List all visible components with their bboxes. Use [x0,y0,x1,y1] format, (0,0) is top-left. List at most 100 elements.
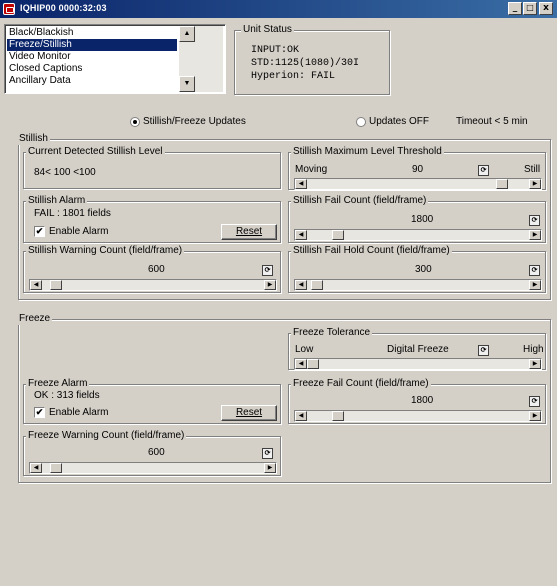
minimize-button[interactable]: _ [508,2,522,15]
window-title: IQHIP00 0000:32:03 [20,3,107,13]
slider-thumb[interactable] [496,179,508,189]
stillish-fail-hold-count-slider[interactable]: ◀ ▶ [294,279,542,291]
scroll-down-icon[interactable]: ▼ [179,76,195,92]
freeze-warning-count-value: 600 [148,447,165,458]
arrow-right-icon[interactable]: ▶ [264,463,276,473]
stillish-alarm-label: Stillish Alarm [26,195,88,207]
freeze-fail-count-group: Freeze Fail Count (field/frame) 1800 ⟳ ◀… [288,378,546,424]
radio-updates-off-label: Updates OFF [369,116,430,127]
max-threshold-slider[interactable]: ◀ ▶ [294,178,542,190]
max-threshold-label: Stillish Maximum Level Threshold [291,146,444,158]
stillish-fail-hold-count-group: Stillish Fail Hold Count (field/frame) 3… [288,245,546,293]
title-bar[interactable]: IQHIP00 0000:32:03 _ □ x [0,0,557,18]
app-icon[interactable] [3,3,15,15]
stillish-warning-count-label: Stillish Warning Count (field/frame) [26,245,185,257]
freeze-warning-count-slider[interactable]: ◀ ▶ [29,462,277,474]
stillish-fail-hold-count-label: Stillish Fail Hold Count (field/frame) [291,245,452,257]
stillish-fail-count-label: Stillish Fail Count (field/frame) [291,195,429,207]
current-level-value: 84< 100 <100 [34,167,96,178]
reset-value-icon[interactable]: ⟳ [262,265,273,276]
freeze-enable-alarm-label: Enable Alarm [49,407,109,418]
enable-alarm-checkbox[interactable]: ✔ [34,226,45,237]
status-std: STD:1125(1080)/30I [251,58,360,69]
arrow-left-icon[interactable]: ◀ [295,179,307,189]
stillish-warning-count-group: Stillish Warning Count (field/frame) 600… [23,245,281,293]
scroll-up-icon[interactable]: ▲ [179,26,195,42]
arrow-right-icon[interactable]: ▶ [529,179,541,189]
freeze-reset-button[interactable]: Reset [221,405,277,421]
arrow-left-icon[interactable]: ◀ [30,280,42,290]
max-threshold-moving: Moving [295,164,328,175]
status-input: INPUT:OK [251,45,300,56]
stillish-fail-count-value: 1800 [411,214,434,225]
radio-stillish-freeze-updates[interactable]: Stillish/Freeze Updates [130,116,270,130]
freeze-tolerance-label: Freeze Tolerance [291,327,373,339]
radio-on-icon[interactable] [130,117,140,127]
arrow-right-icon[interactable]: ▶ [529,411,541,421]
freeze-tolerance-group: Freeze Tolerance Low Digital Freeze ⟳ Hi… [288,327,546,370]
slider-thumb[interactable] [307,359,319,369]
stillish-fail-hold-count-value: 300 [415,264,432,275]
freeze-tolerance-high: High [523,344,544,355]
max-threshold-still: Still [524,164,541,175]
reset-label: Reset [235,407,263,418]
stillish-warning-count-slider[interactable]: ◀ ▶ [29,279,277,291]
arrow-right-icon[interactable]: ▶ [264,280,276,290]
stillish-alarm-status: FAIL : 1801 fields [34,208,111,219]
reset-value-icon[interactable]: ⟳ [529,215,540,226]
freeze-warning-count-label: Freeze Warning Count (field/frame) [26,430,187,442]
stillish-fail-count-group: Stillish Fail Count (field/frame) 1800 ⟳… [288,195,546,243]
arrow-left-icon[interactable]: ◀ [295,280,307,290]
radio-off-icon[interactable] [356,117,366,127]
freeze-fail-count-slider[interactable]: ◀ ▶ [294,410,542,422]
arrow-right-icon[interactable]: ▶ [529,280,541,290]
list-item-video-monitor[interactable]: Video Monitor [7,51,177,63]
arrow-left-icon[interactable]: ◀ [30,463,42,473]
timeout-label: Timeout < 5 min [456,116,528,127]
radio-updates-off[interactable]: Updates OFF [356,116,446,130]
close-button[interactable]: x [539,2,553,15]
reset-value-icon[interactable]: ⟳ [478,165,489,176]
slider-thumb[interactable] [332,411,344,421]
enable-alarm-label: Enable Alarm [49,226,109,237]
freeze-tolerance-slider[interactable]: ◀ ▶ [294,358,542,370]
list-scrollbar[interactable]: ▲ ▼ [179,26,223,92]
freeze-warning-count-group: Freeze Warning Count (field/frame) 600 ⟳… [23,430,281,476]
reset-value-icon[interactable]: ⟳ [478,345,489,356]
reset-value-icon[interactable]: ⟳ [262,448,273,459]
slider-thumb[interactable] [50,463,62,473]
list-item-ancillary-data[interactable]: Ancillary Data [7,75,177,87]
arrow-left-icon[interactable]: ◀ [295,359,307,369]
mode-listbox[interactable]: Black/Blackish Freeze/Stillish Video Mon… [4,24,226,94]
arrow-left-icon[interactable]: ◀ [295,411,307,421]
freeze-tolerance-digital: Digital Freeze [387,344,449,355]
radio-updates-label: Stillish/Freeze Updates [143,116,246,127]
arrow-left-icon[interactable]: ◀ [295,230,307,240]
arrow-right-icon[interactable]: ▶ [529,359,541,369]
list-item-freeze-stillish[interactable]: Freeze/Stillish [7,39,177,51]
freeze-alarm-label: Freeze Alarm [26,378,90,390]
stillish-warning-count-value: 600 [148,264,165,275]
unit-status-group: Unit Status INPUT:OK STD:1125(1080)/30I … [234,24,390,95]
stillish-fail-count-slider[interactable]: ◀ ▶ [294,229,542,241]
max-threshold-value: 90 [412,164,424,175]
reset-value-icon[interactable]: ⟳ [529,265,540,276]
maximize-button[interactable]: □ [523,2,537,15]
slider-thumb[interactable] [311,280,323,290]
slider-thumb[interactable] [332,230,344,240]
reset-value-icon[interactable]: ⟳ [529,396,540,407]
current-level-group: Current Detected Stillish Level 84< 100 … [23,146,281,189]
arrow-right-icon[interactable]: ▶ [529,230,541,240]
freeze-alarm-status: OK : 313 fields [34,390,100,401]
reset-label: Reset [235,226,263,237]
slider-thumb[interactable] [50,280,62,290]
stillish-reset-button[interactable]: Reset [221,224,277,240]
freeze-fail-count-value: 1800 [411,395,434,406]
stillish-alarm-group: Stillish Alarm FAIL : 1801 fields ✔ Enab… [23,195,281,243]
list-item-closed-captions[interactable]: Closed Captions [7,63,177,75]
status-hyperion: Hyperion: FAIL [251,71,336,82]
freeze-tolerance-low: Low [295,344,314,355]
freeze-fail-count-label: Freeze Fail Count (field/frame) [291,378,431,390]
freeze-enable-alarm-checkbox[interactable]: ✔ [34,407,45,418]
list-item-black-blackish[interactable]: Black/Blackish [7,27,177,39]
